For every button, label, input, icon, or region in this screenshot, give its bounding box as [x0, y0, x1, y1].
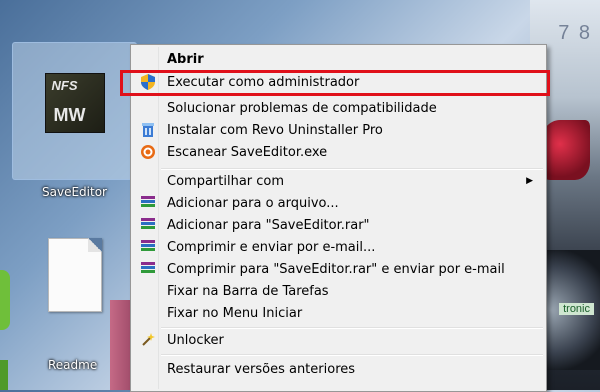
menu-item-add-to-rar[interactable]: Adicionar para "SaveEditor.rar" — [134, 214, 543, 236]
menu-item-pin-start-menu[interactable]: Fixar no Menu Iniciar — [134, 302, 543, 324]
menu-item-label: Unlocker — [167, 332, 224, 348]
menu-item-label: Restaurar versões anteriores — [167, 361, 356, 377]
menu-item-add-to-archive[interactable]: Adicionar para o arquivo... — [134, 192, 543, 214]
text-document-icon — [47, 238, 102, 312]
winrar-icon — [134, 258, 161, 280]
menu-item-label: Comprimir e enviar por e-mail... — [167, 239, 376, 255]
menu-item-label: Instalar com Revo Uninstaller Pro — [167, 122, 383, 138]
menu-item-label: Adicionar para o arquivo... — [167, 195, 339, 211]
desktop-icon-saveeditor[interactable]: NFS MW SaveEditor — [12, 42, 137, 199]
menu-item-label: Fixar no Menu Iniciar — [167, 305, 303, 321]
winrar-icon — [134, 192, 161, 214]
annotation-highlight-box — [120, 70, 550, 96]
menu-item-troubleshoot-compat[interactable]: Solucionar problemas de compatibilidade — [134, 97, 543, 119]
menu-separator — [161, 354, 543, 356]
menu-item-restore-versions[interactable]: Restaurar versões anteriores — [134, 358, 543, 380]
wallpaper-green-shape-2 — [0, 360, 8, 390]
menu-item-abrir[interactable]: Abrir — [134, 48, 543, 70]
menu-item-label: Abrir — [167, 51, 204, 67]
menu-item-pin-taskbar[interactable]: Fixar na Barra de Tarefas — [134, 280, 543, 302]
menu-item-label: Comprimir para "SaveEditor.rar" e enviar… — [167, 261, 505, 277]
menu-item-label: Fixar na Barra de Tarefas — [167, 283, 329, 299]
menu-item-revo-install[interactable]: Instalar com Revo Uninstaller Pro — [134, 119, 543, 141]
wallpaper-text: tronic — [559, 303, 594, 315]
winrar-icon — [134, 236, 161, 258]
unlocker-wand-icon — [134, 329, 161, 351]
antivirus-scan-icon — [134, 141, 161, 163]
wallpaper-green-shape — [0, 270, 10, 330]
desktop-icon-label: SaveEditor — [42, 185, 107, 199]
submenu-arrow-icon: ▶ — [526, 176, 533, 186]
context-menu: Abrir Executar como administrador Soluci… — [130, 44, 547, 392]
desktop-icon-label: Readme — [48, 358, 98, 372]
wallpaper-red-shape — [540, 120, 590, 180]
menu-item-compress-rar-email[interactable]: Comprimir para "SaveEditor.rar" e enviar… — [134, 258, 543, 280]
saveeditor-app-icon: NFS MW — [44, 73, 105, 133]
menu-item-compress-email[interactable]: Comprimir e enviar por e-mail... — [134, 236, 543, 258]
wallpaper-numbers: 7 8 — [558, 22, 592, 44]
menu-item-label: Compartilhar com — [167, 173, 285, 189]
menu-item-unlocker[interactable]: Unlocker — [134, 329, 543, 351]
menu-item-label: Solucionar problemas de compatibilidade — [167, 100, 437, 116]
menu-item-label: Escanear SaveEditor.exe — [167, 144, 328, 160]
menu-item-share-with[interactable]: Compartilhar com ▶ — [134, 170, 543, 192]
winrar-icon — [134, 214, 161, 236]
menu-item-label: Adicionar para "SaveEditor.rar" — [167, 217, 370, 233]
menu-item-scan-file[interactable]: Escanear SaveEditor.exe — [134, 141, 543, 163]
desktop-icon-readme[interactable]: Readme — [12, 238, 137, 372]
revo-uninstaller-icon — [134, 119, 161, 141]
